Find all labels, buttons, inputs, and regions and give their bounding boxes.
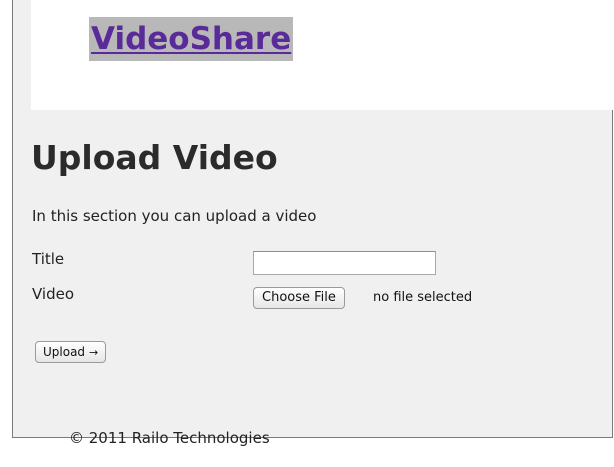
site-header: VideoShare: [31, 0, 613, 110]
upload-button[interactable]: Upload →: [35, 341, 107, 363]
footer-copyright: © 2011 Railo Technologies: [69, 429, 270, 447]
right-arrow-icon: →: [89, 346, 99, 359]
title-input[interactable]: [253, 251, 436, 275]
file-status-text: no file selected: [373, 290, 473, 305]
choose-file-button[interactable]: Choose File: [253, 287, 345, 309]
upload-button-label: Upload: [43, 345, 86, 359]
page-title: Upload Video: [31, 138, 278, 177]
video-label: Video: [32, 285, 75, 303]
brand-link[interactable]: VideoShare: [89, 17, 294, 61]
title-label: Title: [32, 250, 65, 268]
section-description: In this section you can upload a video: [32, 207, 317, 225]
page-frame: VideoShare Upload Video In this section …: [12, 0, 613, 447]
